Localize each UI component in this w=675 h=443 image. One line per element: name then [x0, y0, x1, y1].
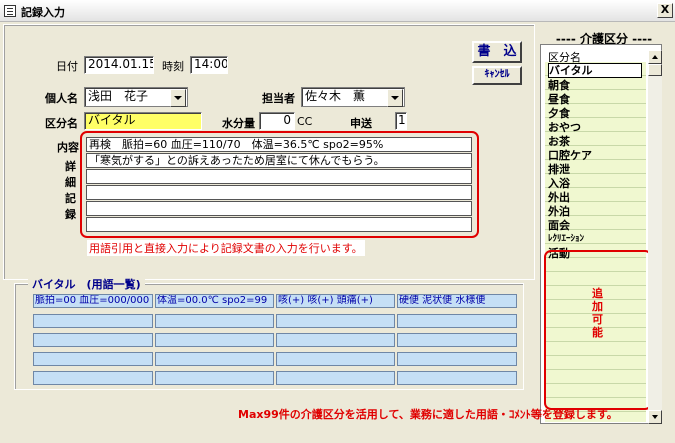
footer-note: Max99件の介護区分を活用して、業務に適した用語・ｺﾒﾝﾄ等を登録します。	[238, 408, 618, 421]
vital-cell[interactable]	[33, 352, 153, 366]
care-item[interactable]: ﾚｸﾘｴｰｼｮﾝ	[548, 233, 642, 246]
chevron-down-icon[interactable]	[387, 89, 403, 107]
close-button[interactable]: X	[657, 3, 673, 18]
window-title: 記録入力	[21, 6, 65, 19]
care-item[interactable]: おやつ	[548, 121, 642, 134]
vital-cell[interactable]	[155, 371, 274, 385]
time-label: 時刻	[162, 60, 184, 73]
content-note: 用語引用と直接入力により記録文書の入力を行います。	[87, 240, 365, 256]
write-button[interactable]: 書 込	[472, 41, 522, 63]
water-field[interactable]: 0	[259, 112, 295, 130]
vital-cell[interactable]: 咳(+) 咳(+) 頭痛(+)	[276, 294, 395, 308]
water-unit: CC	[297, 115, 313, 128]
vital-cell[interactable]: 体温=00.0℃ spo2=99	[155, 294, 274, 308]
care-item[interactable]: 面会	[548, 219, 642, 232]
vital-cell[interactable]: 硬便 泥状便 水様便	[397, 294, 517, 308]
vital-cell[interactable]: 脈拍=00 血圧=000/000	[33, 294, 153, 308]
water-label: 水分量	[222, 117, 255, 130]
handover-field[interactable]: 1	[395, 112, 407, 130]
staff-value: 佐々木 薫	[305, 89, 366, 103]
scroll-down-icon[interactable]	[648, 410, 662, 424]
vital-cell[interactable]	[33, 333, 153, 347]
person-select[interactable]: 浅田 花子	[84, 87, 188, 107]
person-label: 個人名	[45, 92, 78, 105]
detail-char-2: 細	[65, 176, 76, 189]
cancel-button[interactable]: ｷｬﾝｾﾙ	[472, 66, 522, 85]
care-item[interactable]: 昼食	[548, 93, 642, 106]
care-item[interactable]: 夕食	[548, 107, 642, 120]
vital-cell[interactable]	[397, 371, 517, 385]
content-highlight-box	[80, 131, 479, 238]
person-value: 浅田 花子	[88, 89, 149, 103]
chevron-down-icon[interactable]	[170, 89, 186, 107]
arrow-down-glyph	[652, 415, 658, 419]
scroll-thumb[interactable]	[648, 64, 662, 76]
vital-cell[interactable]	[155, 333, 274, 347]
window-icon	[4, 5, 16, 17]
vital-title: バイタル (用語一覧)	[28, 276, 145, 292]
detail-char-4: 録	[65, 208, 76, 221]
arrow-up-glyph	[652, 55, 658, 59]
date-field[interactable]: 2014.01.15	[84, 56, 154, 74]
handover-label: 申送	[350, 117, 372, 130]
vital-cell[interactable]	[155, 314, 274, 328]
care-item[interactable]: 外出	[548, 191, 642, 204]
care-item[interactable]: 朝食	[548, 79, 642, 92]
category-field[interactable]: バイタル	[84, 112, 202, 130]
vital-cell[interactable]	[276, 371, 395, 385]
vital-cell[interactable]	[397, 352, 517, 366]
category-label: 区分名	[45, 117, 78, 130]
title-bar	[0, 0, 675, 22]
care-item[interactable]: 排泄	[548, 163, 642, 176]
vital-cell[interactable]	[276, 314, 395, 328]
detail-char-3: 記	[65, 192, 76, 205]
care-item[interactable]: 外泊	[548, 205, 642, 218]
care-list-scrollbar[interactable]	[648, 50, 662, 424]
care-item[interactable]: 口腔ケア	[548, 149, 642, 162]
scroll-up-icon[interactable]	[648, 50, 662, 64]
vital-cell[interactable]	[276, 333, 395, 347]
vital-cell[interactable]	[276, 352, 395, 366]
addable-char-4: 能	[592, 326, 603, 339]
staff-label: 担当者	[262, 92, 295, 105]
time-field[interactable]: 14:00	[190, 56, 228, 74]
detail-char-1: 詳	[65, 160, 76, 173]
care-item-selected[interactable]: バイタル	[548, 63, 642, 78]
vital-cell[interactable]	[397, 314, 517, 328]
vital-cell[interactable]	[33, 371, 153, 385]
date-label: 日付	[56, 60, 78, 73]
care-item[interactable]: お茶	[548, 135, 642, 148]
vital-cell[interactable]	[397, 333, 517, 347]
care-item[interactable]: 入浴	[548, 177, 642, 190]
vital-cell[interactable]	[33, 314, 153, 328]
staff-select[interactable]: 佐々木 薫	[301, 87, 405, 107]
vital-cell[interactable]	[155, 352, 274, 366]
content-label: 内容	[57, 141, 79, 154]
